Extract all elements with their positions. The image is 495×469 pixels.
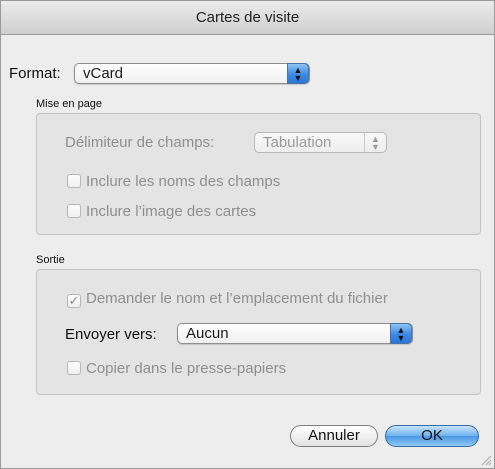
delimiter-label: Délimiteur de champs: — [65, 134, 215, 151]
popup-arrows-icon: ▲ ▼ — [287, 63, 309, 84]
layout-section-title: Mise en page — [36, 98, 103, 110]
include-field-names-label: Inclure les noms des champs — [86, 173, 281, 190]
resize-grip-icon[interactable] — [480, 454, 492, 466]
send-to-popup[interactable]: Aucun ▲ ▼ — [177, 323, 413, 344]
delimiter-popup[interactable]: Tabulation ▲ ▼ — [254, 132, 387, 153]
include-card-image-label: Inclure l’image des cartes — [86, 203, 257, 220]
include-card-image-checkbox[interactable]: Inclure l’image des cartes — [67, 203, 256, 221]
checkbox-box-icon — [67, 174, 81, 188]
format-value: vCard — [83, 65, 124, 82]
cancel-button[interactable]: Annuler — [290, 425, 378, 447]
copy-clipboard-label: Copier dans le presse-papiers — [86, 360, 287, 377]
dialog-window: Cartes de visite Format: vCard ▲ ▼ Mise e… — [0, 0, 495, 469]
checkmark-icon: ✓ — [67, 293, 81, 308]
ask-name-checkbox[interactable]: ✓ Demander le nom et l’emplacement du fic… — [67, 290, 388, 308]
popup-arrows-icon: ▲ ▼ — [364, 133, 386, 152]
delimiter-value: Tabulation — [263, 134, 332, 151]
popup-arrows-icon: ▲ ▼ — [390, 323, 412, 344]
window-title: Cartes de visite — [1, 1, 494, 35]
send-to-label: Envoyer vers: — [65, 326, 157, 343]
checkbox-box-icon — [67, 361, 81, 375]
checkbox-box-icon — [67, 204, 81, 218]
format-popup[interactable]: vCard ▲ ▼ — [74, 63, 310, 84]
copy-clipboard-checkbox[interactable]: Copier dans le presse-papiers — [67, 360, 286, 378]
send-to-value: Aucun — [186, 325, 229, 342]
ask-name-label: Demander le nom et l’emplacement du fich… — [86, 290, 388, 307]
include-field-names-checkbox[interactable]: Inclure les noms des champs — [67, 173, 280, 191]
ok-button[interactable]: OK — [385, 425, 479, 447]
output-section-title: Sortie — [36, 254, 65, 266]
format-label: Format: — [9, 65, 61, 82]
